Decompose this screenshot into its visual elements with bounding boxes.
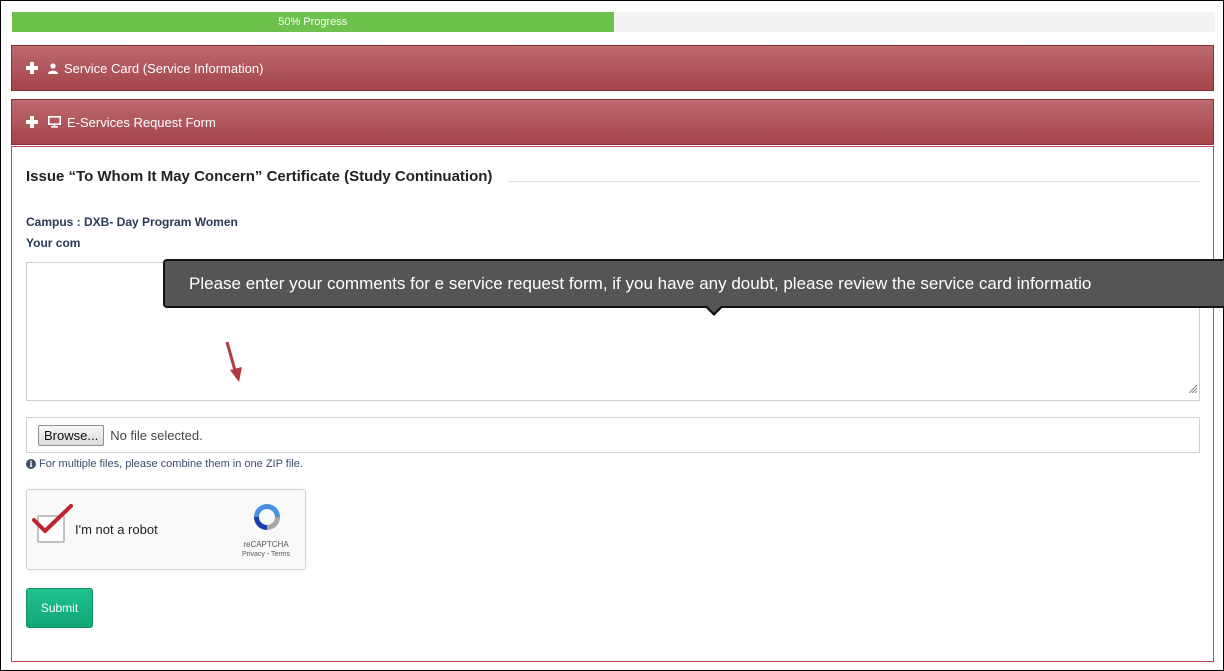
panel-service-card-label: Service Card (Service Information) <box>64 60 264 76</box>
user-icon <box>48 62 58 74</box>
file-hint: i For multiple files, please combine the… <box>26 458 303 470</box>
resize-grip-icon[interactable] <box>1187 380 1198 398</box>
recaptcha-logo-icon <box>254 504 280 530</box>
plus-icon <box>26 62 38 74</box>
monitor-icon <box>48 116 61 128</box>
panel-service-card-header[interactable]: Service Card (Service Information) <box>11 45 1214 91</box>
info-icon: i <box>26 459 36 469</box>
checkmark-icon <box>32 504 73 533</box>
file-status: No file selected. <box>110 427 203 443</box>
browse-button[interactable]: Browse... <box>38 424 105 446</box>
tooltip-arrow-fill <box>706 305 722 313</box>
progress-fill: 50% Progress <box>12 12 614 32</box>
progress-bar: 50% Progress <box>12 12 1215 32</box>
plus-icon <box>26 116 38 128</box>
file-upload-field[interactable]: Browse... No file selected. <box>26 417 1200 453</box>
comment-label: Your com <box>26 236 81 250</box>
recaptcha-brand: reCAPTCHA <box>243 540 289 549</box>
recaptcha-label: I'm not a robot <box>75 522 158 537</box>
arrow-down-icon <box>225 341 242 382</box>
file-hint-text: For multiple files, please combine them … <box>39 458 303 470</box>
recaptcha-terms-link[interactable]: Privacy - Terms <box>227 551 305 558</box>
panel-eservices-label: E-Services Request Form <box>67 114 216 130</box>
form-title: Issue “To Whom It May Concern” Certifica… <box>26 168 493 185</box>
comment-tooltip: Please enter your comments for e service… <box>163 259 1224 308</box>
panel-eservices-header[interactable]: E-Services Request Form <box>11 99 1214 145</box>
campus-label: Campus : DXB- Day Program Women <box>26 215 238 229</box>
submit-button[interactable]: Submit <box>26 588 93 628</box>
title-divider <box>508 181 1200 182</box>
recaptcha-widget: I'm not a robot reCAPTCHA Privacy - Term… <box>26 489 306 570</box>
